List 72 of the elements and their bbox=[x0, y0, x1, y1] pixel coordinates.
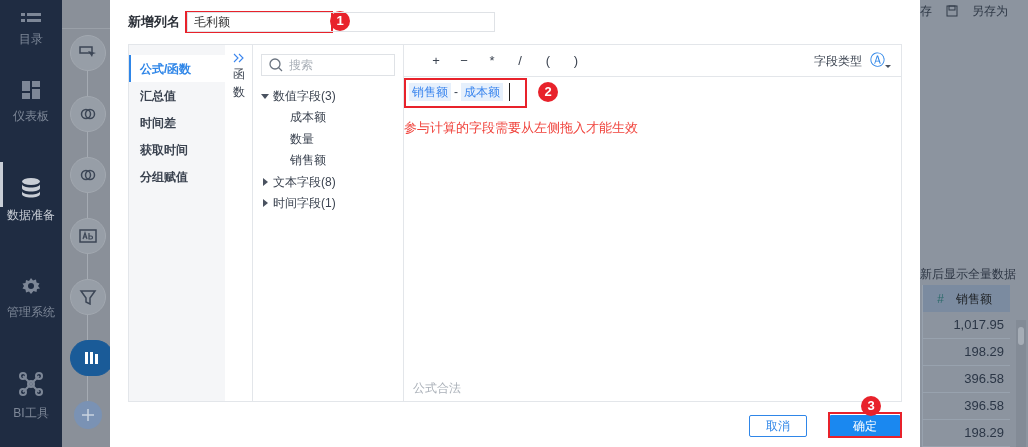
warning-message: 参与计算的字段需要从左侧拖入才能生效 bbox=[404, 119, 639, 137]
formula-status: 公式合法 bbox=[412, 380, 462, 397]
number-type-mark: # bbox=[937, 290, 944, 308]
text-cursor bbox=[509, 83, 510, 101]
field-item[interactable]: 数量 bbox=[290, 129, 314, 148]
field-type-button[interactable]: Ⓐ bbox=[870, 49, 885, 72]
plus-icon bbox=[82, 409, 94, 421]
search-icon bbox=[269, 58, 283, 72]
column-title: 销售额 bbox=[955, 290, 992, 308]
operator-button[interactable]: / bbox=[506, 50, 534, 71]
step-node[interactable] bbox=[70, 35, 106, 71]
field-token: 销售额 bbox=[409, 83, 451, 101]
field-item[interactable]: 成本额 bbox=[290, 108, 326, 127]
sidebar-item[interactable]: 目录 bbox=[0, 0, 62, 54]
function-tab[interactable]: 函数 bbox=[232, 65, 245, 101]
database-icon bbox=[22, 178, 40, 198]
table-cell: 1,017.95 bbox=[922, 312, 1010, 339]
step-node[interactable] bbox=[70, 96, 106, 132]
category-tab[interactable]: 公式/函数 bbox=[129, 55, 225, 82]
field-item[interactable]: 销售额 bbox=[290, 151, 326, 170]
tree-node[interactable]: 文本字段(8) bbox=[273, 172, 336, 191]
link-icon bbox=[79, 167, 97, 183]
category-tab[interactable]: 获取时间 bbox=[129, 136, 225, 163]
annotation-marker: 3 bbox=[861, 396, 881, 416]
operator-button[interactable]: * bbox=[478, 50, 506, 71]
columns-icon bbox=[83, 350, 101, 366]
table-cell: 198.29 bbox=[922, 339, 1010, 366]
category-tab[interactable]: 汇总值 bbox=[129, 82, 225, 109]
field-label: 新增列名 bbox=[128, 13, 180, 32]
operator-token: - bbox=[454, 84, 458, 101]
category-tab[interactable]: 时间差 bbox=[129, 109, 225, 136]
field-token: 成本额 bbox=[461, 83, 503, 101]
toolbar-button[interactable]: 另存为 bbox=[972, 2, 1008, 21]
operator-button[interactable]: ( bbox=[534, 50, 562, 71]
table-cell: 396.58 bbox=[922, 366, 1010, 393]
text-field-icon bbox=[79, 228, 97, 244]
link-icon bbox=[79, 106, 97, 122]
sidebar-item[interactable]: 数据准备 bbox=[0, 152, 62, 250]
tree-node[interactable]: 时间字段(1) bbox=[273, 194, 336, 213]
double-chevron-icon[interactable] bbox=[233, 53, 244, 63]
operator-button[interactable]: ) bbox=[562, 50, 590, 71]
step-node[interactable] bbox=[70, 340, 110, 376]
gear-icon bbox=[22, 277, 40, 295]
scrollbar-thumb[interactable] bbox=[1018, 327, 1024, 345]
sidebar-item[interactable]: BI工具 bbox=[0, 348, 62, 446]
save-icon bbox=[946, 5, 958, 18]
caret-icon[interactable] bbox=[885, 65, 891, 68]
step-node[interactable] bbox=[70, 218, 106, 254]
toolbar-button[interactable]: 存 bbox=[920, 2, 932, 21]
list-icon bbox=[21, 13, 41, 22]
search-box[interactable]: 搜索 bbox=[261, 54, 395, 76]
tree-node[interactable]: 数值字段(3) bbox=[273, 86, 336, 105]
filter-icon bbox=[79, 289, 97, 305]
field-type-label: 字段类型 bbox=[814, 52, 862, 70]
sidebar-item[interactable]: 仪表板 bbox=[0, 54, 62, 152]
confirm-button[interactable]: 确定 bbox=[830, 415, 900, 437]
cancel-button[interactable]: 取消 bbox=[749, 415, 807, 437]
collapsed-arrow-icon[interactable] bbox=[261, 177, 269, 186]
step-node[interactable] bbox=[70, 157, 106, 193]
table-cell: 396.58 bbox=[922, 393, 1010, 420]
table-cell: 198.29 bbox=[922, 420, 1010, 447]
sidebar-item[interactable]: 管理系统 bbox=[0, 250, 62, 348]
collapsed-arrow-icon[interactable] bbox=[261, 199, 269, 208]
dashboard-icon bbox=[22, 81, 40, 99]
category-tab[interactable]: 分组赋值 bbox=[129, 163, 225, 190]
expanded-arrow-icon[interactable] bbox=[261, 91, 269, 100]
annotation-marker: 2 bbox=[538, 82, 558, 102]
operator-button[interactable]: − bbox=[450, 50, 478, 71]
step-node[interactable] bbox=[70, 279, 106, 315]
network-icon bbox=[19, 372, 43, 396]
notice-text: 新后显示全量数据 bbox=[920, 265, 1017, 283]
operator-button[interactable]: + bbox=[422, 50, 450, 71]
